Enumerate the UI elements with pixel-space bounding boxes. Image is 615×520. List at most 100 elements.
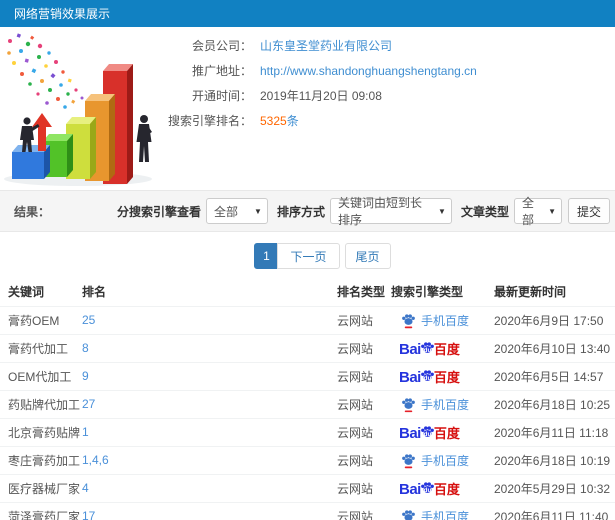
sort-select-value: 关键词由短到长排序 bbox=[337, 196, 422, 227]
keyword-cell: 菏泽膏药厂家 bbox=[0, 501, 82, 520]
rank-type-cell: 云网站 bbox=[337, 389, 391, 418]
svg-text:du: du bbox=[423, 431, 431, 438]
type-select-value: 全部 bbox=[521, 196, 534, 227]
chevron-down-icon: ▼ bbox=[438, 206, 446, 216]
rank-cell: 8 bbox=[82, 333, 337, 362]
engine-type-cell: 手机百度 bbox=[391, 501, 494, 520]
table-body: 膏药OEM 25 云网站 手机百度 2020年6月9日 17:50 膏药代加工 8 云网站… bbox=[0, 305, 615, 520]
updated-cell: 2020年6月10日 13:40 bbox=[494, 333, 615, 362]
rank-link[interactable]: 4 bbox=[82, 481, 89, 495]
col-updated: 最新更新时间 bbox=[494, 285, 567, 300]
rank-cell: 1,4,6 bbox=[82, 445, 337, 474]
rank-cell: 25 bbox=[82, 305, 337, 334]
rank-link[interactable]: 17 bbox=[82, 509, 95, 520]
article-type-select[interactable]: 全部 ▼ bbox=[513, 196, 562, 227]
rank-cell: 17 bbox=[82, 501, 337, 520]
company-label: 会员公司： bbox=[191, 39, 252, 53]
updated-cell: 2020年6月11日 11:40 bbox=[494, 501, 615, 520]
baidu-paw-icon: du bbox=[420, 369, 434, 382]
company-link[interactable]: 山东皇圣堂药业有限公司 bbox=[260, 37, 392, 54]
company-info-list: 会员公司： 山东皇圣堂药业有限公司 推广地址： http://www.shand… bbox=[156, 33, 477, 133]
rank-link[interactable]: 1 bbox=[82, 425, 89, 439]
updated-cell: 2020年5月29日 10:32 bbox=[494, 473, 615, 502]
baidu-logo: Bai du 百度 bbox=[399, 368, 460, 386]
engine-rank-row: 搜索引擎排名： 5325 条 bbox=[156, 108, 477, 133]
table-header-row: 关键词 排名 排名类型 搜索引擎类型 最新更新时间 bbox=[0, 278, 615, 306]
rank-link[interactable]: 9 bbox=[82, 369, 89, 383]
table-row: 膏药代加工 8 云网站 Bai du 百度 2020年6月10日 13:40 bbox=[0, 333, 615, 362]
last-page-button[interactable]: 尾页 bbox=[344, 243, 391, 269]
url-label: 推广地址： bbox=[191, 64, 252, 78]
engine-type-cell: 手机百度 bbox=[391, 445, 494, 474]
rank-link[interactable]: 8 bbox=[82, 341, 89, 355]
rank-link[interactable]: 25 bbox=[82, 313, 95, 327]
table-row: 药贴牌代加工 27 云网站 手机百度 2020年6月18日 10:25 bbox=[0, 389, 615, 418]
engine-rank-unit: 条 bbox=[286, 114, 299, 128]
rank-type-cell: 云网站 bbox=[337, 333, 391, 362]
rank-cell: 27 bbox=[82, 389, 337, 418]
table-row: 枣庄膏药加工 1,4,6 云网站 手机百度 2020年6月18日 10:19 bbox=[0, 445, 615, 474]
baidu-logo: Bai du 百度 bbox=[399, 340, 460, 358]
updated-cell: 2020年6月5日 14:57 bbox=[494, 361, 615, 390]
sort-filter-label: 排序方式 bbox=[276, 204, 325, 219]
confetti-dots bbox=[7, 33, 84, 109]
engine-filter-label: 分搜索引擎查看 bbox=[116, 204, 201, 219]
svg-text:du: du bbox=[423, 487, 431, 494]
open-time-value: 2019年11月20日 09:08 bbox=[260, 89, 382, 103]
updated-cell: 2020年6月11日 11:18 bbox=[494, 417, 615, 446]
company-row: 会员公司： 山东皇圣堂药业有限公司 bbox=[156, 33, 477, 58]
rank-type-cell: 云网站 bbox=[337, 445, 391, 474]
baidu-paw-icon bbox=[402, 453, 415, 468]
type-filter-label: 文章类型 bbox=[460, 204, 509, 219]
filter-controls: 分搜索引擎查看 全部 ▼ 排序方式 关键词由短到长排序 ▼ 文章类型 全部 ▼ … bbox=[108, 196, 610, 227]
page-1-button[interactable]: 1 bbox=[254, 243, 279, 269]
mobile-baidu-engine: 手机百度 bbox=[401, 508, 469, 520]
mobile-baidu-engine: 手机百度 bbox=[401, 452, 469, 469]
promotion-url-link[interactable]: http://www.shandonghuangshengtang.cn bbox=[260, 64, 477, 78]
chevron-down-icon: ▼ bbox=[254, 206, 262, 216]
company-info-section: 会员公司： 山东皇圣堂药业有限公司 推广地址： http://www.shand… bbox=[0, 27, 615, 190]
updated-cell: 2020年6月18日 10:19 bbox=[494, 445, 615, 474]
rank-type-cell: 云网站 bbox=[337, 305, 391, 334]
engine-type-cell: Bai du 百度 bbox=[391, 361, 494, 390]
keyword-cell: 医疗器械厂家 bbox=[0, 473, 82, 502]
rank-link[interactable]: 1,4,6 bbox=[82, 453, 109, 467]
keyword-ranking-table: 关键词 排名 排名类型 搜索引擎类型 最新更新时间 膏药OEM 25 云网站 手机百… bbox=[0, 278, 615, 520]
col-rank: 排名 bbox=[82, 285, 107, 300]
keyword-cell: 膏药OEM bbox=[0, 305, 82, 334]
updated-cell: 2020年6月18日 10:25 bbox=[494, 389, 615, 418]
submit-button[interactable]: 提交 bbox=[567, 198, 610, 224]
svg-text:du: du bbox=[423, 375, 431, 382]
mobile-baidu-engine: 手机百度 bbox=[401, 396, 469, 413]
page-header: 网络营销效果展示 bbox=[0, 0, 615, 27]
rank-link[interactable]: 27 bbox=[82, 397, 95, 411]
baidu-paw-icon bbox=[402, 397, 415, 412]
engine-type-cell: Bai du 百度 bbox=[391, 473, 494, 502]
col-keyword: 关键词 bbox=[8, 285, 45, 300]
engine-select[interactable]: 全部 ▼ bbox=[205, 198, 268, 224]
baidu-paw-icon: du bbox=[420, 341, 434, 354]
rank-type-cell: 云网站 bbox=[337, 417, 391, 446]
col-engine-type: 搜索引擎类型 bbox=[391, 285, 464, 300]
result-label: 结果： bbox=[14, 204, 51, 219]
keyword-cell: 膏药代加工 bbox=[0, 333, 82, 362]
baidu-logo: Bai du 百度 bbox=[399, 480, 460, 498]
marketing-report-page: 网络营销效果展示 会员公司： 山东皇圣堂药业有限公司 推广地址： http://… bbox=[0, 0, 615, 520]
table-row: 菏泽膏药厂家 17 云网站 手机百度 2020年6月11日 11:40 bbox=[0, 501, 615, 520]
sort-select[interactable]: 关键词由短到长排序 ▼ bbox=[329, 196, 452, 227]
baidu-logo: Bai du 百度 bbox=[399, 424, 460, 442]
engine-type-cell: Bai du 百度 bbox=[391, 417, 494, 446]
updated-cell: 2020年6月9日 17:50 bbox=[494, 305, 615, 334]
table-row: 医疗器械厂家 4 云网站 Bai du 百度 2020年5月29日 10:32 bbox=[0, 473, 615, 502]
businessman-right bbox=[136, 115, 152, 162]
rank-type-cell: 云网站 bbox=[337, 473, 391, 502]
open-time-row: 开通时间： 2019年11月20日 09:08 bbox=[156, 83, 477, 108]
next-page-button[interactable]: 下一页 bbox=[277, 243, 340, 269]
baidu-paw-icon bbox=[402, 509, 415, 520]
pagination: 1 下一页 尾页 bbox=[0, 243, 615, 269]
table-row: 北京膏药贴牌 1 云网站 Bai du 百度 2020年6月11日 11:18 bbox=[0, 417, 615, 446]
table-row: OEM代加工 9 云网站 Bai du 百度 2020年6月5日 14:57 bbox=[0, 361, 615, 390]
open-time-label: 开通时间： bbox=[191, 89, 252, 103]
table-row: 膏药OEM 25 云网站 手机百度 2020年6月9日 17:50 bbox=[0, 305, 615, 334]
rank-type-cell: 云网站 bbox=[337, 361, 391, 390]
